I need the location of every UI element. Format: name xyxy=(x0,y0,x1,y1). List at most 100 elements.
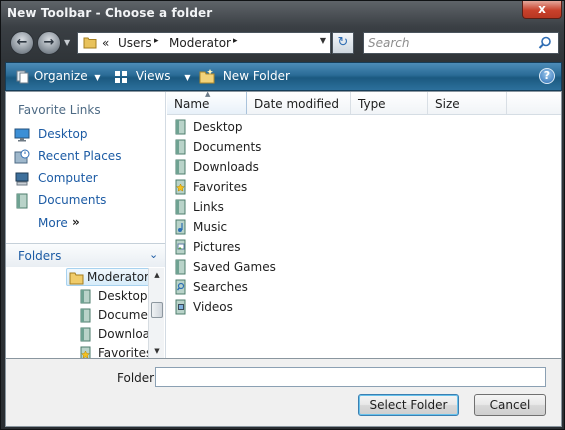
tree-item-label: Favorites xyxy=(98,346,148,358)
list-item-label: Desktop xyxy=(193,120,243,134)
tree-item-favorites[interactable]: Favorites xyxy=(78,345,148,358)
cancel-button[interactable]: Cancel xyxy=(474,394,546,416)
list-item[interactable]: Documents xyxy=(173,138,333,156)
list-item[interactable]: Videos xyxy=(173,298,333,316)
forward-button[interactable]: → xyxy=(37,31,61,55)
column-header-name[interactable]: ▲ Name xyxy=(167,90,247,114)
column-header-label: Type xyxy=(358,97,386,111)
computer-icon xyxy=(15,172,29,186)
favorite-link-label: Computer xyxy=(38,171,98,185)
scrollbar-thumb[interactable] xyxy=(151,302,163,318)
list-item-label: Documents xyxy=(193,140,262,154)
list-item[interactable]: Pictures xyxy=(173,238,333,256)
favorite-links-title: Favorite Links xyxy=(18,103,101,117)
organize-label: Organize xyxy=(33,69,88,83)
chevron-down-icon: ⌄ xyxy=(149,248,159,261)
folder-icon xyxy=(175,139,186,155)
file-list-pane: ▲ Name Date modified Type Size Desktop D… xyxy=(167,90,561,358)
pictures-folder-icon xyxy=(175,239,186,255)
search-box[interactable] xyxy=(363,32,559,54)
column-header-size[interactable]: Size xyxy=(428,92,507,114)
list-item-label: Searches xyxy=(193,280,248,294)
list-item[interactable]: Saved Games xyxy=(173,258,333,276)
folder-tree-scrollbar[interactable]: ▲ ▼ xyxy=(148,268,164,358)
chevron-down-icon[interactable]: ▼ xyxy=(320,36,326,45)
more-links-label[interactable]: More xyxy=(38,216,68,230)
tree-item-desktop[interactable]: Desktop xyxy=(78,288,148,306)
tree-item-documents[interactable]: Documents xyxy=(78,307,148,325)
breadcrumb-separator[interactable]: ▸ xyxy=(154,36,159,46)
tree-item-label: Desktop xyxy=(98,289,148,303)
searches-folder-icon xyxy=(175,279,186,295)
column-header-label: Name xyxy=(174,97,210,111)
views-menu[interactable]: Views ▼ xyxy=(114,69,191,84)
column-header-label: Size xyxy=(435,97,460,111)
choose-folder-dialog: New Toolbar - Choose a folder x ← → ▼ « … xyxy=(0,0,565,430)
sort-ascending-icon: ▲ xyxy=(205,90,211,98)
column-headers: ▲ Name Date modified Type Size xyxy=(167,90,561,115)
list-item[interactable]: Music xyxy=(173,218,333,236)
favorite-link-recent-places[interactable]: Recent Places xyxy=(14,148,162,166)
folder-open-icon xyxy=(69,272,84,285)
folder-icon xyxy=(175,199,186,215)
favorite-link-label: Desktop xyxy=(38,127,88,141)
folder-icon xyxy=(175,259,186,275)
folder-field[interactable] xyxy=(155,367,546,387)
breadcrumb-separator[interactable]: ▸ xyxy=(233,36,238,46)
list-item-label: Links xyxy=(193,200,224,214)
back-button[interactable]: ← xyxy=(10,31,34,55)
navigation-bar: ← → ▼ « Users ▸ Moderator ▸ ▼ ↻ xyxy=(1,29,565,59)
list-item-label: Music xyxy=(193,220,228,234)
refresh-button[interactable]: ↻ xyxy=(332,32,354,54)
tree-item-label: Moderator xyxy=(87,270,148,284)
favorite-link-documents[interactable]: Documents xyxy=(14,192,162,210)
views-label: Views xyxy=(135,69,171,83)
scroll-down-icon[interactable]: ▼ xyxy=(149,344,165,358)
address-bar[interactable]: « Users ▸ Moderator ▸ ▼ xyxy=(77,32,331,54)
double-chevron-right-icon[interactable]: » xyxy=(72,215,80,229)
favorites-folder-icon xyxy=(175,179,186,195)
search-icon[interactable] xyxy=(538,36,552,50)
scroll-up-icon[interactable]: ▲ xyxy=(149,268,165,282)
list-item-label: Favorites xyxy=(193,180,248,194)
search-input[interactable] xyxy=(364,33,534,53)
new-folder-icon xyxy=(199,69,215,84)
tree-item-moderator[interactable]: Moderator xyxy=(66,268,148,286)
column-header-date-modified[interactable]: Date modified xyxy=(247,92,351,114)
list-item[interactable]: Desktop xyxy=(173,118,333,136)
new-folder-button[interactable]: New Folder xyxy=(199,69,290,84)
folder-field-label: Folder: xyxy=(117,371,158,385)
documents-icon xyxy=(16,193,28,209)
list-item[interactable]: Favorites xyxy=(173,178,333,196)
tree-item-downloads[interactable]: Downloads xyxy=(78,326,148,344)
favorite-link-label: Recent Places xyxy=(38,149,122,163)
chevron-down-icon: ▼ xyxy=(184,73,191,82)
music-folder-icon xyxy=(175,219,186,235)
breadcrumb-moderator[interactable]: Moderator xyxy=(169,36,231,50)
main-content: Favorite Links Desktop Recent Places Com… xyxy=(5,90,562,359)
folder-icon xyxy=(80,289,91,304)
organize-icon xyxy=(16,70,29,83)
close-button[interactable]: x xyxy=(522,1,562,19)
arrow-right-icon: → xyxy=(43,35,55,50)
organize-menu[interactable]: Organize ▼ xyxy=(16,69,101,84)
help-icon[interactable]: ? xyxy=(539,68,555,84)
views-icon xyxy=(115,70,127,83)
address-overflow[interactable]: « xyxy=(102,36,109,50)
refresh-icon: ↻ xyxy=(337,35,349,50)
favorite-link-label: Documents xyxy=(38,193,107,207)
list-item[interactable]: Downloads xyxy=(173,158,333,176)
list-item[interactable]: Links xyxy=(173,198,333,216)
list-item[interactable]: Searches xyxy=(173,278,333,296)
desktop-icon xyxy=(14,128,30,142)
recent-pages-dropdown[interactable]: ▼ xyxy=(64,38,70,47)
favorite-link-desktop[interactable]: Desktop xyxy=(14,126,162,144)
breadcrumb-users[interactable]: Users xyxy=(118,36,152,50)
favorite-link-computer[interactable]: Computer xyxy=(14,170,162,188)
column-header-type[interactable]: Type xyxy=(351,92,428,114)
select-folder-button[interactable]: Select Folder xyxy=(358,394,459,416)
command-bar: Organize ▼ Views ▼ New Folder ? xyxy=(5,62,562,91)
tree-item-label: Documents xyxy=(98,308,148,322)
folders-header[interactable]: Folders ⌄ xyxy=(6,243,165,267)
chevron-down-icon: ▼ xyxy=(94,73,101,82)
